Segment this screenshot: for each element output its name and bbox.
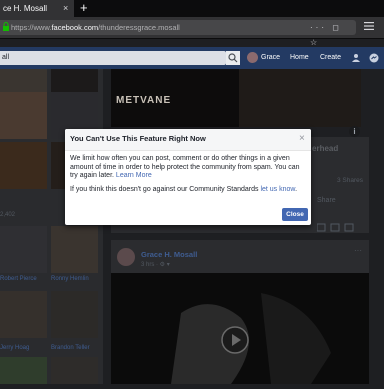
shares-count[interactable]: 3 Shares xyxy=(337,177,363,184)
dialog-header: You Can't Use This Feature Right Now × xyxy=(65,129,311,151)
tab-title: ce H. Mosall xyxy=(3,4,48,13)
photo-thumb[interactable] xyxy=(0,142,47,189)
photo-thumb[interactable] xyxy=(0,92,47,139)
friend-photo[interactable] xyxy=(0,357,47,384)
browser-toolbar: https://www.facebook.com/thunderessgrace… xyxy=(0,17,384,47)
search-button[interactable] xyxy=(226,51,240,65)
hamburger-menu-icon[interactable] xyxy=(364,21,374,31)
dialog-message: We limit how often you can post, comment… xyxy=(70,155,300,180)
avatar[interactable] xyxy=(117,248,135,266)
nav-profile[interactable]: Grace xyxy=(261,47,280,69)
info-icon[interactable]: i xyxy=(349,126,360,137)
friend-photo[interactable] xyxy=(51,291,98,338)
photos-friends-column: 2,402 Robert Pierce Ronny Hemlin Jerry H… xyxy=(0,69,103,384)
facebook-header: all Grace Home Create xyxy=(0,47,384,69)
messenger-icon[interactable] xyxy=(369,53,379,63)
post-video[interactable] xyxy=(111,273,369,384)
page-actions-icons[interactable]: ··· ◻ ☆ xyxy=(310,20,356,50)
let-us-know-link[interactable]: let us know xyxy=(260,186,295,193)
rate-limit-dialog: You Can't Use This Feature Right Now × W… xyxy=(65,129,311,225)
shared-title: erhead xyxy=(312,144,339,153)
friends-icon[interactable] xyxy=(352,53,362,63)
friend-name[interactable]: Robert Pierce xyxy=(0,276,37,282)
search-input[interactable]: all xyxy=(0,51,226,65)
dialog-body: We limit how often you can post, comment… xyxy=(70,155,300,193)
nav-home[interactable]: Home xyxy=(290,47,309,69)
post-time[interactable]: 3 hrs · ⚙ ▾ xyxy=(141,261,170,268)
post-menu-icon[interactable]: ··· xyxy=(354,246,362,255)
lock-icon xyxy=(3,22,9,31)
share-button[interactable]: Share xyxy=(317,197,336,204)
url-text: https://www.facebook.com/thunderessgrace… xyxy=(11,23,180,32)
friend-name[interactable]: Ronny Hemlin xyxy=(51,276,89,282)
shared-post-image[interactable]: METVANE xyxy=(111,69,361,127)
learn-more-link[interactable]: Learn More xyxy=(116,172,152,179)
comment-tools xyxy=(316,219,357,232)
play-icon[interactable] xyxy=(220,325,250,355)
avatar[interactable] xyxy=(247,52,258,63)
band-logo: METVANE xyxy=(116,95,172,106)
search-icon xyxy=(228,53,238,63)
friend-name[interactable]: Jerry Hoag xyxy=(0,345,29,351)
dialog-standards-text: If you think this doesn't go against our… xyxy=(70,185,259,193)
friend-name[interactable]: Brandon Teller xyxy=(51,345,90,351)
new-tab-button[interactable]: + xyxy=(80,0,88,16)
friend-photo[interactable] xyxy=(51,357,98,384)
camera-icon[interactable] xyxy=(316,223,357,232)
close-icon[interactable]: × xyxy=(299,129,305,148)
tab-close-icon[interactable]: × xyxy=(63,0,68,17)
post-author[interactable]: Grace H. Mosall xyxy=(141,250,197,259)
browser-tab-bar: ce H. Mosall × + xyxy=(0,0,384,17)
friend-photo[interactable] xyxy=(0,226,47,273)
address-bar[interactable]: https://www.facebook.com/thunderessgrace… xyxy=(0,20,356,47)
nav-create[interactable]: Create xyxy=(320,47,341,69)
friend-photo[interactable] xyxy=(0,291,47,338)
dialog-title: You Can't Use This Feature Right Now xyxy=(70,134,206,143)
close-button[interactable]: Close xyxy=(282,208,308,221)
shared-post-photo xyxy=(239,69,361,127)
friends-count: 2,402 xyxy=(0,212,16,218)
friend-photo[interactable] xyxy=(51,226,98,273)
